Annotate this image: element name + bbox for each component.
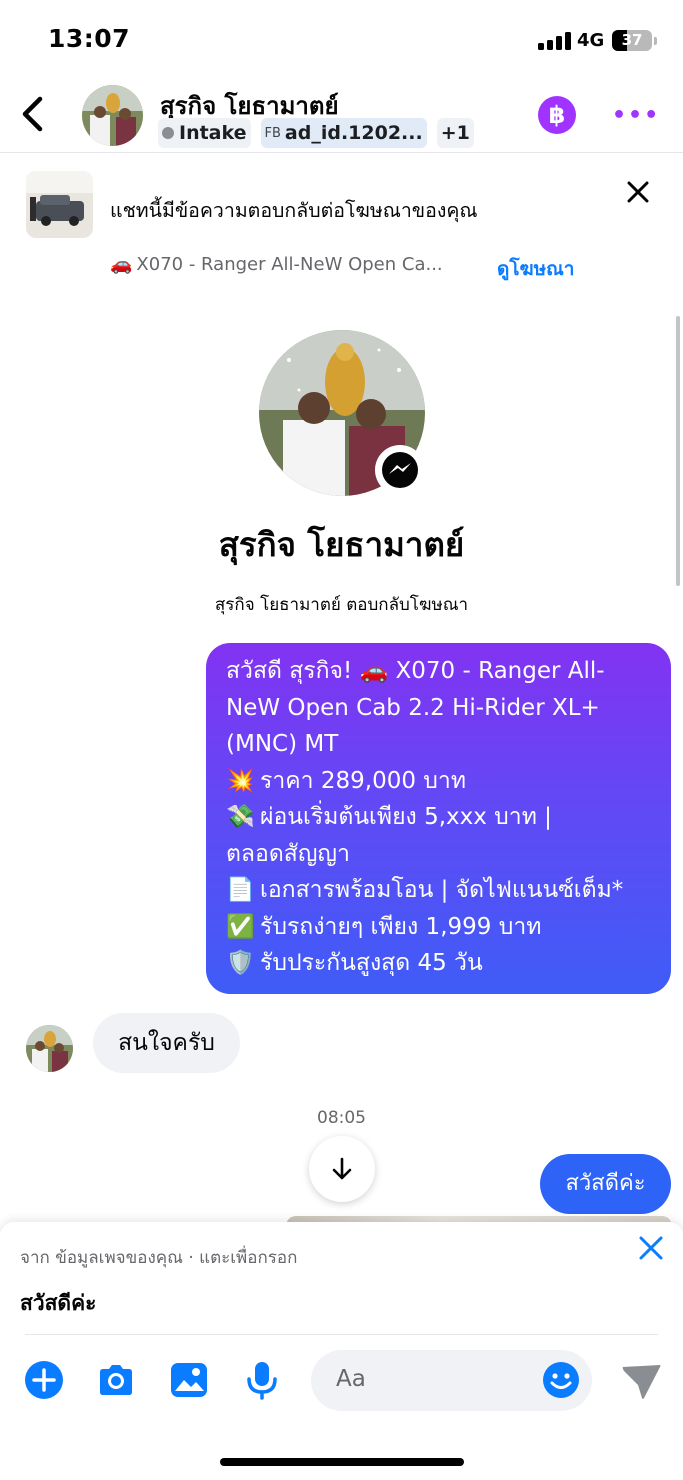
battery-level: 37 bbox=[621, 31, 643, 49]
chevron-left-icon bbox=[22, 96, 43, 132]
gallery-button[interactable] bbox=[169, 1360, 209, 1400]
view-ad-link[interactable]: ดูโฆษณา bbox=[497, 254, 574, 284]
close-banner-button[interactable] bbox=[622, 176, 654, 208]
messenger-badge bbox=[375, 445, 425, 495]
ad-reply-notice: แชทนี้มีข้อความตอบกลับต่อโฆษณาของคุณ bbox=[110, 199, 478, 222]
scroll-to-bottom-button[interactable] bbox=[309, 1136, 375, 1202]
message-input-placeholder: Aa bbox=[336, 1366, 366, 1392]
divider bbox=[25, 1334, 658, 1335]
more-options-icon[interactable]: ••• bbox=[612, 104, 658, 128]
close-suggestion-button[interactable] bbox=[635, 1232, 667, 1264]
arrow-down-icon bbox=[332, 1157, 352, 1180]
collision-emoji-icon: 💥 bbox=[226, 767, 255, 794]
image-icon bbox=[171, 1363, 207, 1397]
plus-circle-icon bbox=[25, 1361, 63, 1399]
messenger-icon bbox=[382, 452, 418, 488]
message-line: สวัสดี สุรกิจ! 🚗 X070 - Ranger All- bbox=[226, 658, 605, 684]
message-line: NeW Open Cab 2.2 Hi-Rider XL+ bbox=[226, 694, 600, 721]
voice-button[interactable] bbox=[242, 1360, 282, 1400]
message-line: 💥 ราคา 289,000 บาท bbox=[226, 763, 653, 800]
status-time: 13:07 bbox=[48, 24, 131, 53]
ad-title-text: X070 - Ranger All-NeW Open Ca... bbox=[136, 254, 443, 275]
chat-header: สุรกิจ โยธามาตย์ Intake FB ad_id.1202...… bbox=[0, 80, 683, 153]
profile-name: สุรกิจ โยธามาตย์ bbox=[218, 525, 465, 564]
outgoing-message-bubble[interactable]: สวัสดี สุรกิจ! 🚗 X070 - Ranger All- NeW … bbox=[206, 643, 671, 994]
home-indicator[interactable] bbox=[220, 1458, 464, 1466]
shield-emoji-icon: 🛡️ bbox=[226, 950, 255, 976]
message-line: 🛡️ รับประกันสูงสุด 45 วัน bbox=[226, 945, 653, 982]
message-line: 📄 เอกสารพร้อมโอน | จัดไฟแนนซ์เต็ม* bbox=[226, 872, 653, 909]
camera-button[interactable] bbox=[96, 1360, 136, 1400]
status-tag[interactable]: Intake bbox=[158, 118, 251, 148]
back-button[interactable] bbox=[16, 94, 50, 134]
fb-icon: FB bbox=[264, 125, 281, 141]
emoji-button[interactable] bbox=[542, 1361, 580, 1399]
close-icon bbox=[639, 1236, 663, 1260]
message-line: 💸 ผ่อนเริ่มต้นเพียง 5,xxx บาท | bbox=[226, 799, 653, 836]
contact-tags: Intake FB ad_id.1202... +1 bbox=[158, 118, 474, 148]
status-tag-label: Intake bbox=[179, 122, 247, 144]
outgoing-message-bubble-2[interactable]: สวัสดีค่ะ bbox=[540, 1154, 671, 1214]
send-button[interactable] bbox=[620, 1361, 662, 1401]
camera-icon bbox=[100, 1365, 132, 1395]
bitcoin-icon[interactable]: ฿ bbox=[538, 96, 576, 134]
sender-avatar[interactable] bbox=[26, 1025, 73, 1072]
battery-tip bbox=[654, 37, 657, 45]
ad-id-label: ad_id.1202... bbox=[284, 122, 423, 144]
suggested-reply[interactable]: สวัสดีค่ะ bbox=[20, 1287, 96, 1320]
ad-title: 🚗 X070 - Ranger All-NeW Open Ca... bbox=[110, 254, 443, 275]
network-type: 4G bbox=[577, 30, 605, 51]
microphone-icon bbox=[247, 1362, 277, 1400]
add-button[interactable] bbox=[24, 1360, 64, 1400]
smiley-icon bbox=[543, 1362, 579, 1398]
more-tags-badge[interactable]: +1 bbox=[436, 118, 474, 148]
battery-icon: 37 bbox=[612, 30, 652, 51]
message-line: ตลอดสัญญา bbox=[226, 840, 350, 867]
ad-id-tag[interactable]: FB ad_id.1202... bbox=[260, 118, 427, 148]
status-bar: 13:07 4G 37 bbox=[0, 0, 683, 80]
incoming-message-bubble[interactable]: สนใจครับ bbox=[93, 1013, 240, 1073]
signal-icon bbox=[538, 32, 572, 50]
car-icon: 🚗 bbox=[110, 254, 133, 275]
message-timestamp: 08:05 bbox=[317, 1108, 366, 1128]
close-icon bbox=[627, 181, 649, 203]
message-line: (MNC) MT bbox=[226, 731, 339, 757]
ad-thumbnail[interactable] bbox=[26, 171, 93, 238]
message-line: ✅ รับรถง่ายๆ เพียง 1,999 บาท bbox=[226, 909, 653, 946]
send-icon bbox=[622, 1365, 661, 1399]
suggestion-source-label: จาก ข้อมูลเพจของคุณ · แตะเพื่อกรอก bbox=[20, 1248, 298, 1268]
money-wings-emoji-icon: 💸 bbox=[226, 804, 255, 830]
profile-subtitle: สุรกิจ โยธามาตย์ ตอบกลับโฆษณา bbox=[214, 595, 469, 615]
check-emoji-icon: ✅ bbox=[226, 913, 255, 940]
document-emoji-icon: 📄 bbox=[226, 877, 255, 903]
status-dot-icon bbox=[162, 127, 174, 139]
avatar[interactable] bbox=[82, 85, 143, 146]
